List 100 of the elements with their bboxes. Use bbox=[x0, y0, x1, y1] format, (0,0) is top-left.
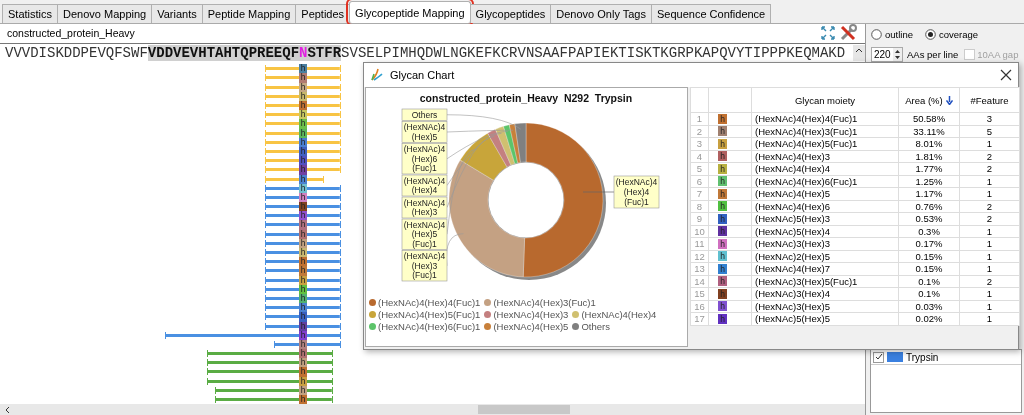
tab[interactable]: Denovo Mapping bbox=[57, 4, 153, 23]
table-cell: 1 bbox=[959, 137, 1020, 150]
glycan-chip[interactable]: h bbox=[299, 395, 308, 405]
tools-icon[interactable] bbox=[839, 24, 857, 43]
glycan-chip[interactable]: h bbox=[299, 339, 308, 350]
glycan-chip[interactable]: h bbox=[299, 385, 308, 396]
table-cell: (HexNAc)4(Hex)5 bbox=[751, 187, 899, 200]
glycan-chip[interactable]: h bbox=[299, 128, 308, 138]
glycan-chip[interactable]: h bbox=[299, 248, 308, 258]
radio-button[interactable]: coverage bbox=[925, 28, 979, 40]
glycan-chip: h bbox=[718, 301, 727, 312]
legend-label: Others bbox=[581, 321, 610, 332]
number-field[interactable]: 220 bbox=[871, 46, 903, 62]
table-cell: 1.77% bbox=[898, 162, 960, 175]
table-cell: 1 bbox=[959, 225, 1020, 238]
protein-name: constructed_protein_Heavy bbox=[7, 27, 136, 40]
column-header[interactable]: Glycan moiety bbox=[751, 87, 899, 113]
glycan-chip[interactable]: h bbox=[299, 257, 308, 267]
table-cell: (HexNAc)4(Hex)7 bbox=[751, 262, 899, 275]
table-cell: (HexNAc)4(Hex)3 bbox=[751, 150, 899, 163]
glycan-chip[interactable]: h bbox=[299, 266, 308, 276]
callout-label: (HexNAc)4(Hex)3 bbox=[401, 196, 448, 219]
glycan-chip[interactable]: h bbox=[299, 82, 308, 92]
tab[interactable]: Glycopeptide Mapping bbox=[349, 1, 471, 23]
glycan-chip[interactable]: h bbox=[299, 73, 308, 83]
tab[interactable]: Variants bbox=[151, 4, 203, 23]
table-cell: 0.15% bbox=[898, 250, 960, 263]
glycan-chip[interactable]: h bbox=[299, 238, 308, 249]
row-number: 14 bbox=[690, 275, 709, 288]
tab[interactable]: Denovo Only Tags bbox=[550, 4, 652, 23]
glycan-chip: h bbox=[718, 201, 727, 212]
legend-label: (HexNAc)4(Hex)3 bbox=[493, 309, 569, 320]
glycan-chip[interactable]: h bbox=[299, 119, 308, 129]
table-cell: 1 bbox=[959, 175, 1020, 188]
glycan-chip: h bbox=[718, 238, 727, 249]
table-cell: 2 bbox=[959, 162, 1020, 175]
tab[interactable]: Statistics bbox=[2, 4, 58, 23]
radio-button[interactable]: outline bbox=[871, 28, 913, 40]
glycan-chip[interactable]: h bbox=[299, 275, 308, 285]
glycan-chip[interactable]: h bbox=[299, 137, 308, 147]
table-cell: (HexNAc)4(Hex)4 bbox=[751, 162, 899, 175]
glycan-chip[interactable]: h bbox=[299, 110, 308, 120]
row-number: 8 bbox=[690, 200, 709, 213]
row-number: 13 bbox=[690, 262, 709, 275]
glycan-chip: h bbox=[718, 113, 727, 124]
glycan-chip[interactable]: h bbox=[299, 358, 308, 368]
table-cell: 1 bbox=[959, 250, 1020, 263]
horizontal-scrollbar[interactable] bbox=[0, 404, 865, 415]
glycan-chip[interactable]: h bbox=[299, 349, 308, 359]
glycan-chip[interactable]: h bbox=[299, 64, 308, 74]
column-header[interactable]: #Feature bbox=[959, 87, 1020, 113]
glycan-chip[interactable]: h bbox=[299, 101, 308, 111]
glycan-chip[interactable]: h bbox=[299, 376, 308, 386]
table-cell: (HexNAc)5(Hex)3 bbox=[751, 212, 899, 225]
dialog-title: Glycan Chart bbox=[390, 69, 456, 81]
glycan-chip: h bbox=[718, 251, 727, 262]
glycan-chip[interactable]: h bbox=[299, 220, 308, 230]
tab[interactable]: Peptide Mapping bbox=[201, 4, 297, 23]
glycan-chip[interactable]: h bbox=[299, 183, 308, 193]
row-number: 4 bbox=[690, 150, 709, 163]
callout-label: (HexNAc)4(Hex)3(Fuc)1 bbox=[401, 250, 448, 282]
callout-label: (HexNAc)4(Hex)4 bbox=[401, 174, 448, 197]
glycan-chip[interactable]: h bbox=[299, 367, 308, 377]
glycan-chip[interactable]: h bbox=[299, 192, 308, 203]
close-icon[interactable] bbox=[1000, 69, 1012, 81]
radio-circle-icon[interactable] bbox=[925, 28, 936, 40]
glycan-chip[interactable]: h bbox=[299, 174, 308, 184]
checkbox[interactable] bbox=[873, 351, 884, 363]
glycan-chip[interactable]: h bbox=[299, 303, 308, 313]
table-cell: 2 bbox=[959, 212, 1020, 225]
row-number: 17 bbox=[690, 312, 709, 325]
table-cell: (HexNAc)3(Hex)5(Fuc)1 bbox=[751, 275, 899, 288]
table-cell: 0.02% bbox=[898, 312, 960, 325]
glycan-chip[interactable]: h bbox=[299, 229, 308, 239]
glycan-chip[interactable]: h bbox=[299, 293, 308, 304]
glycan-chip[interactable]: h bbox=[299, 91, 308, 102]
table-cell: 33.11% bbox=[898, 125, 960, 138]
tab[interactable]: Peptides bbox=[295, 4, 351, 23]
table-cell: (HexNAc)3(Hex)4 bbox=[751, 287, 899, 300]
table-cell: 1 bbox=[959, 237, 1020, 250]
legend-label: (HexNAc)4(Hex)4 bbox=[581, 309, 657, 320]
spinner-arrows-icon[interactable] bbox=[893, 47, 902, 61]
column-header[interactable]: Area (%) bbox=[898, 87, 960, 113]
glycan-chip: h bbox=[718, 288, 727, 299]
tab[interactable]: Glycopeptides bbox=[469, 4, 552, 23]
scrollbar-thumb[interactable] bbox=[478, 405, 570, 415]
table-cell: 1 bbox=[959, 262, 1020, 275]
radio-circle-icon[interactable] bbox=[871, 28, 882, 40]
tab[interactable]: Sequence Confidence bbox=[651, 4, 772, 23]
legend-label: (HexNAc)4(Hex)4(Fuc)1 bbox=[378, 297, 481, 308]
chart-app-icon bbox=[370, 68, 384, 82]
table-cell: 0.1% bbox=[898, 287, 960, 300]
table-cell: 3 bbox=[959, 112, 1020, 125]
table-cell: 2 bbox=[959, 275, 1020, 288]
glycan-chip[interactable]: h bbox=[299, 284, 308, 294]
row-number: 7 bbox=[690, 187, 709, 200]
expand-icon[interactable] bbox=[821, 26, 835, 41]
callout-label: Others bbox=[401, 108, 448, 121]
table-cell: 1 bbox=[959, 187, 1020, 200]
table-cell: 5 bbox=[959, 125, 1020, 138]
